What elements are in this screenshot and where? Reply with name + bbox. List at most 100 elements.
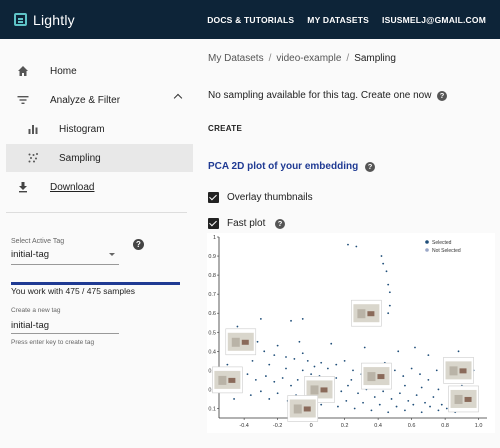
data-point[interactable] [273, 354, 276, 357]
create-sampling-button[interactable]: CREATE [208, 124, 242, 133]
data-point[interactable] [343, 359, 346, 362]
data-point[interactable] [419, 373, 421, 376]
data-point[interactable] [268, 398, 271, 400]
data-point[interactable] [226, 363, 229, 366]
data-point[interactable] [385, 270, 388, 273]
breadcrumb-my-datasets[interactable]: My Datasets [208, 53, 264, 64]
data-point[interactable] [256, 340, 259, 343]
sidebar-item-sampling[interactable]: Sampling [6, 144, 193, 172]
overlay-thumbnails-checkbox[interactable]: Overlay thumbnails [208, 192, 313, 203]
data-point[interactable] [251, 359, 254, 362]
data-point[interactable] [281, 377, 284, 379]
data-point[interactable] [249, 394, 252, 397]
data-point[interactable] [427, 354, 430, 357]
data-point[interactable] [404, 384, 406, 387]
data-point[interactable] [437, 409, 440, 412]
data-point[interactable] [233, 398, 235, 400]
data-point[interactable] [337, 405, 339, 408]
account-email-link[interactable]: ISUSMELJ@GMAIL.COM [382, 15, 486, 25]
data-point[interactable] [407, 399, 410, 402]
data-point[interactable] [320, 361, 323, 364]
data-point[interactable] [457, 350, 460, 353]
data-point[interactable] [352, 369, 354, 372]
data-point[interactable] [410, 367, 413, 370]
data-point[interactable] [326, 367, 329, 370]
sidebar-item-analyze-filter[interactable]: Analyze & Filter [6, 86, 193, 114]
data-point[interactable] [387, 312, 390, 315]
checkbox-checked-icon[interactable] [208, 218, 219, 229]
data-point[interactable] [254, 378, 257, 381]
data-point[interactable] [397, 350, 400, 353]
data-point[interactable] [415, 394, 418, 397]
data-point[interactable] [293, 358, 296, 360]
brand-logo[interactable]: Lightly [14, 12, 75, 28]
data-point[interactable] [387, 411, 390, 414]
data-point[interactable] [276, 344, 279, 347]
data-point[interactable] [395, 405, 398, 408]
data-point[interactable] [380, 255, 383, 257]
fast-plot-checkbox[interactable]: Fast plot [208, 218, 265, 229]
data-point[interactable] [362, 401, 364, 404]
data-point[interactable] [420, 411, 423, 414]
data-point[interactable] [350, 378, 353, 381]
data-point[interactable] [285, 356, 287, 358]
data-point[interactable] [273, 380, 276, 383]
data-point[interactable] [313, 365, 316, 368]
data-point[interactable] [347, 243, 349, 246]
data-point[interactable] [301, 318, 304, 320]
data-point[interactable] [388, 291, 391, 294]
data-point[interactable] [429, 405, 431, 408]
data-point[interactable] [296, 378, 299, 381]
pca-scatter-svg[interactable]: 10.90.80.70.60.50.40.30.20.1-0.4-0.200.2… [207, 233, 495, 433]
pca-scatter-plot[interactable]: 10.90.80.70.60.50.40.30.20.1-0.4-0.200.2… [207, 233, 495, 433]
data-point[interactable] [268, 363, 271, 366]
data-point[interactable] [437, 388, 440, 391]
breadcrumb-dataset[interactable]: video-example [276, 53, 341, 64]
data-point[interactable] [290, 384, 292, 387]
data-point[interactable] [345, 399, 348, 402]
data-point[interactable] [427, 378, 430, 381]
data-point[interactable] [435, 369, 438, 372]
new-tag-input[interactable] [11, 318, 119, 334]
data-point[interactable] [412, 403, 415, 406]
data-point[interactable] [285, 367, 287, 370]
chevron-up-icon[interactable] [173, 93, 183, 103]
data-point[interactable] [306, 359, 309, 362]
data-point[interactable] [424, 401, 426, 404]
data-point[interactable] [353, 407, 356, 410]
data-point[interactable] [402, 375, 405, 377]
data-point[interactable] [388, 304, 391, 307]
data-point[interactable] [276, 392, 279, 395]
data-point[interactable] [378, 403, 381, 406]
data-point[interactable] [246, 373, 249, 376]
help-icon[interactable]: ? [437, 91, 447, 101]
data-point[interactable] [259, 318, 262, 320]
my-datasets-link[interactable]: MY DATASETS [307, 15, 369, 25]
data-point[interactable] [335, 363, 338, 366]
data-point[interactable] [390, 398, 393, 400]
data-point[interactable] [320, 403, 323, 406]
data-point[interactable] [310, 373, 313, 376]
data-point[interactable] [347, 384, 349, 387]
data-point[interactable] [387, 283, 390, 286]
data-point[interactable] [382, 262, 385, 265]
data-point[interactable] [445, 407, 448, 410]
data-point[interactable] [335, 377, 338, 379]
sidebar-item-download[interactable]: Download [6, 173, 193, 201]
data-point[interactable] [236, 325, 239, 328]
data-point[interactable] [301, 352, 304, 355]
active-tag-select[interactable]: initial-tag [11, 249, 119, 265]
data-point[interactable] [355, 245, 358, 248]
help-icon[interactable]: ? [133, 239, 144, 250]
checkbox-checked-icon[interactable] [208, 192, 219, 203]
data-point[interactable] [298, 340, 301, 343]
data-point[interactable] [373, 396, 376, 398]
data-point[interactable] [382, 390, 385, 393]
data-point[interactable] [420, 386, 423, 389]
sidebar-item-histogram[interactable]: Histogram [6, 115, 193, 143]
data-point[interactable] [440, 403, 443, 406]
data-point[interactable] [399, 392, 401, 395]
data-point[interactable] [363, 346, 366, 349]
docs-tutorials-link[interactable]: DOCS & TUTORIALS [207, 15, 294, 25]
help-icon[interactable]: ? [365, 162, 375, 172]
